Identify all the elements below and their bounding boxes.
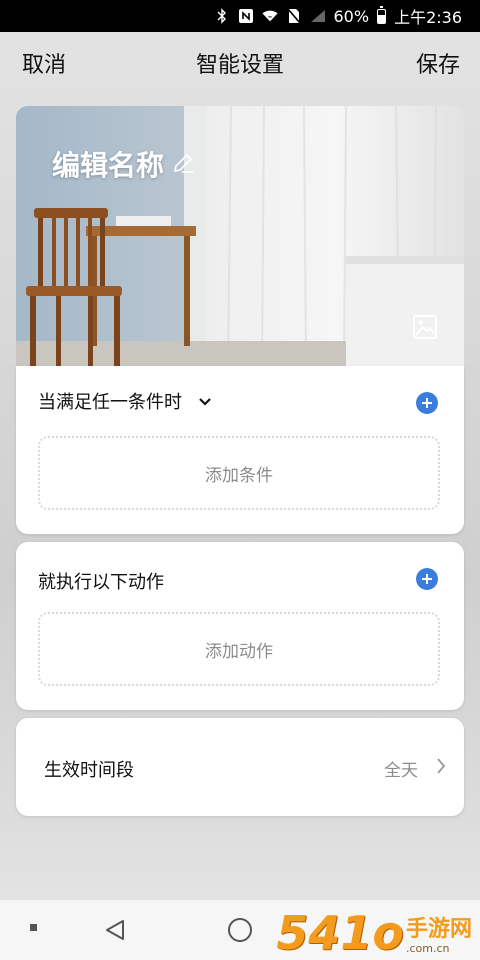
watermark-domain: .com.cn	[405, 942, 450, 955]
battery-icon	[377, 5, 387, 24]
watermark-digits: 54	[276, 906, 341, 960]
nfc-icon	[238, 7, 254, 25]
bluetooth-icon	[214, 7, 230, 25]
condition-title[interactable]: 当满足任一条件时	[38, 388, 182, 414]
site-watermark: 54 1o 手游网 .com.cn	[276, 910, 472, 956]
add-action-button[interactable]	[416, 568, 438, 590]
action-card: 就执行以下动作 添加动作	[16, 542, 464, 710]
signal-icon	[310, 7, 326, 25]
effective-time-value: 全天	[384, 761, 418, 781]
image-icon[interactable]	[412, 314, 438, 344]
page-title: 智能设置	[195, 53, 284, 78]
add-condition-button[interactable]	[416, 392, 438, 414]
effective-time-row[interactable]: 生效时间段 全天	[16, 718, 464, 816]
save-button[interactable]: 保存	[416, 47, 460, 79]
edit-pencil-icon[interactable]	[172, 152, 194, 178]
effective-time-label: 生效时间段	[44, 760, 134, 781]
watermark-name: 手游网	[405, 917, 472, 942]
wifi-icon	[261, 7, 278, 25]
plus-circle-icon	[422, 574, 432, 584]
add-condition-label: 添加条件	[205, 465, 273, 486]
watermark-suffix: 1o	[340, 906, 404, 960]
scene-cover[interactable]: 编辑名称	[16, 106, 464, 366]
nav-home-icon[interactable]	[228, 918, 252, 942]
status-time: 上午2:36	[394, 8, 462, 27]
add-action-label: 添加动作	[205, 641, 273, 662]
chevron-right-icon	[436, 757, 446, 779]
chevron-down-icon[interactable]	[198, 392, 212, 411]
no-sim-icon	[286, 7, 302, 25]
status-bar: 60% 上午2:36	[0, 0, 480, 32]
scene-name[interactable]: 编辑名称	[52, 144, 164, 184]
plus-circle-icon	[422, 398, 432, 408]
header: 取消 智能设置 保存	[0, 32, 480, 90]
nav-recents-icon[interactable]	[30, 924, 37, 931]
add-action-box[interactable]: 添加动作	[38, 612, 440, 686]
battery-percent: 60%	[333, 6, 370, 26]
watermark-text: 手游网 .com.cn	[406, 918, 472, 956]
nav-back-icon[interactable]	[104, 918, 126, 946]
action-title: 就执行以下动作	[38, 572, 164, 593]
system-nav-bar: 54 1o 手游网 .com.cn	[0, 900, 480, 960]
condition-card: 当满足任一条件时 添加条件	[16, 366, 464, 534]
status-icons: 60% 上午2:36	[214, 0, 462, 32]
add-condition-box[interactable]: 添加条件	[38, 436, 440, 510]
